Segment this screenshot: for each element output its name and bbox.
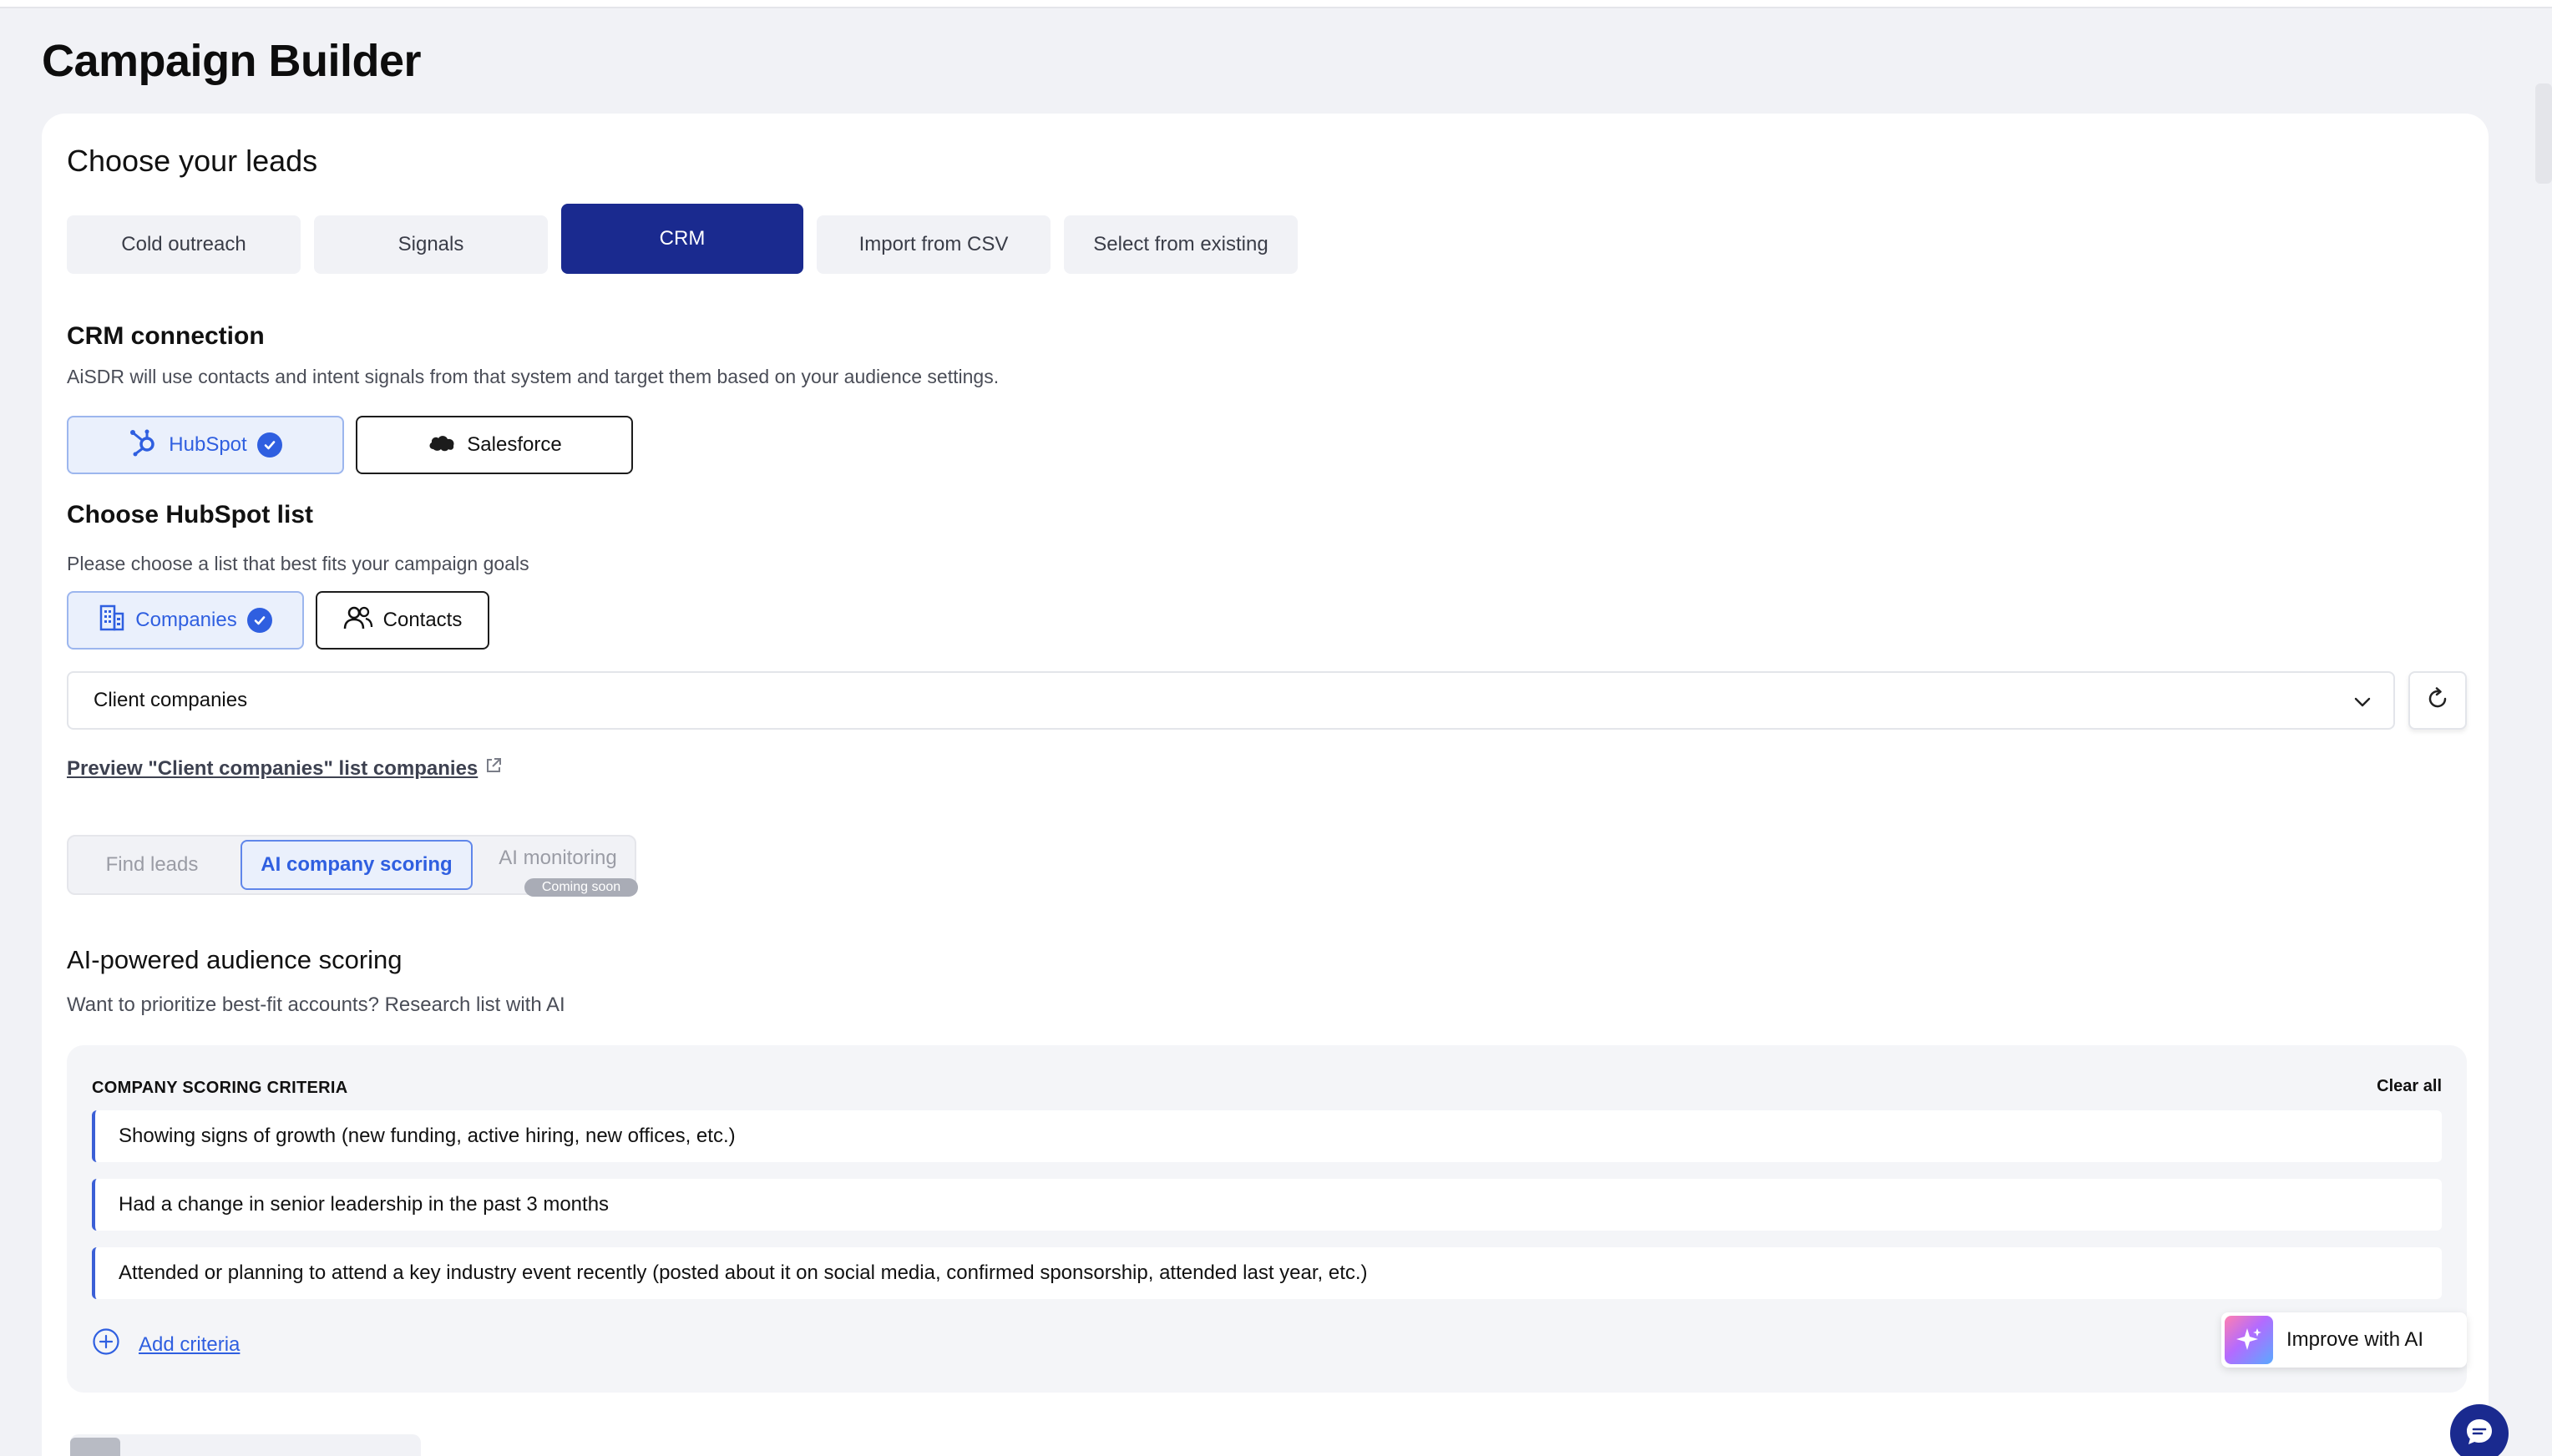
check-circle-icon bbox=[246, 608, 272, 633]
companies-button[interactable]: Companies bbox=[67, 591, 304, 650]
criteria-item[interactable]: Had a change in senior leadership in the… bbox=[92, 1179, 2442, 1231]
companies-label: Companies bbox=[135, 609, 237, 631]
criteria-item[interactable]: Attended or planning to attend a key ind… bbox=[92, 1247, 2442, 1299]
chevron-down-icon bbox=[2353, 693, 2372, 717]
salesforce-button[interactable]: Salesforce bbox=[356, 416, 633, 474]
hubspot-icon bbox=[129, 427, 159, 463]
scrollbar[interactable] bbox=[2535, 83, 2552, 184]
hubspot-button[interactable]: HubSpot bbox=[67, 416, 344, 474]
improve-with-ai-label: Improve with AI bbox=[2286, 1328, 2424, 1351]
crm-connection-description: AiSDR will use contacts and intent signa… bbox=[67, 366, 1000, 387]
scoring-criteria-panel: COMPANY SCORING CRITERIA Clear all Showi… bbox=[67, 1045, 2467, 1393]
users-icon bbox=[343, 605, 373, 636]
criteria-header: COMPANY SCORING CRITERIA bbox=[92, 1079, 348, 1097]
selected-list-value: Client companies bbox=[94, 689, 248, 711]
tab-crm[interactable]: CRM bbox=[561, 204, 803, 274]
campaign-card: Choose your leads Cold outreach Signals … bbox=[42, 114, 2489, 1456]
bottom-toolbar bbox=[70, 1434, 421, 1456]
hubspot-list-select[interactable]: Client companies bbox=[67, 671, 2395, 730]
crm-connection-title: CRM connection bbox=[67, 322, 265, 350]
contacts-label: Contacts bbox=[382, 609, 463, 631]
building-icon bbox=[99, 604, 125, 638]
leads-section-title: Choose your leads bbox=[67, 144, 318, 178]
tab-signals[interactable]: Signals bbox=[314, 215, 548, 274]
add-criteria-button[interactable]: Add criteria bbox=[92, 1327, 240, 1362]
salesforce-label: Salesforce bbox=[467, 433, 562, 456]
tab-import-csv[interactable]: Import from CSV bbox=[817, 215, 1051, 274]
coming-soon-badge: Coming soon bbox=[524, 878, 638, 897]
toolbar-icon[interactable] bbox=[70, 1438, 120, 1456]
scoring-description: Want to prioritize best-fit accounts? Re… bbox=[67, 993, 565, 1016]
sparkles-icon bbox=[2225, 1316, 2273, 1364]
refresh-list-button[interactable] bbox=[2408, 671, 2467, 730]
preview-list-link[interactable]: Preview "Client companies" list companie… bbox=[67, 756, 503, 781]
improve-with-ai-button[interactable]: Improve with AI bbox=[2221, 1312, 2467, 1368]
add-criteria-label: Add criteria bbox=[139, 1332, 241, 1356]
scoring-mode-tabs: Find leads AI company scoring AI monitor… bbox=[67, 835, 638, 897]
tab-find-leads[interactable]: Find leads bbox=[82, 840, 222, 890]
clear-all-button[interactable]: Clear all bbox=[2377, 1077, 2442, 1096]
chat-icon bbox=[2463, 1415, 2496, 1453]
contacts-button[interactable]: Contacts bbox=[316, 591, 489, 650]
hubspot-label: HubSpot bbox=[169, 433, 247, 456]
plus-circle-icon bbox=[92, 1327, 120, 1362]
salesforce-icon bbox=[427, 431, 457, 460]
check-circle-icon bbox=[256, 432, 282, 458]
hubspot-list-description: Please choose a list that best fits your… bbox=[67, 553, 529, 574]
criteria-item[interactable]: Showing signs of growth (new funding, ac… bbox=[92, 1110, 2442, 1162]
preview-link-label: Preview "Client companies" list companie… bbox=[67, 756, 478, 780]
chat-button[interactable] bbox=[2450, 1404, 2509, 1456]
tab-cold-outreach[interactable]: Cold outreach bbox=[67, 215, 301, 274]
tab-select-existing[interactable]: Select from existing bbox=[1064, 215, 1298, 274]
page-title: Campaign Builder bbox=[42, 36, 422, 86]
scoring-title: AI-powered audience scoring bbox=[67, 945, 403, 974]
hubspot-list-title: Choose HubSpot list bbox=[67, 501, 313, 528]
refresh-icon bbox=[2425, 686, 2450, 715]
top-bar bbox=[0, 0, 2552, 8]
external-link-icon bbox=[484, 756, 503, 781]
tab-ai-company-scoring[interactable]: AI company scoring bbox=[241, 840, 473, 890]
